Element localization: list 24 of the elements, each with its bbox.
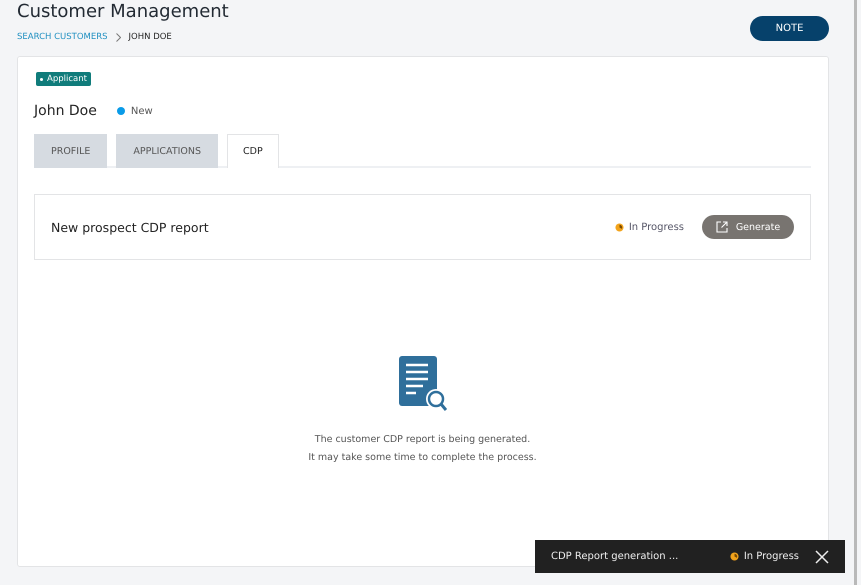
generate-button[interactable]: Generate: [702, 215, 794, 239]
tab[interactable]: CDP: [227, 134, 279, 168]
close-button[interactable]: [815, 550, 829, 564]
note-button[interactable]: NOTE: [750, 16, 829, 41]
report-title: New prospect CDP report: [51, 220, 210, 234]
progress-icon: [614, 222, 624, 232]
toast-message: CDP Report generation ...: [551, 551, 680, 562]
customer-name: John Doe: [34, 103, 97, 119]
applicant-tag: Applicant: [36, 72, 91, 86]
tab[interactable]: APPLICATIONS: [116, 134, 218, 168]
chevron-icon: [116, 32, 121, 42]
toast-status: In Progress: [744, 551, 799, 562]
close-icon: [815, 550, 829, 564]
breadcrumb-current: JOHN DOE: [128, 32, 172, 42]
tab[interactable]: PROFILE: [34, 134, 108, 168]
status-label: New: [130, 106, 153, 116]
page-title: Customer Management: [17, 0, 229, 24]
breadcrumb-link[interactable]: SEARCH CUSTOMERS: [17, 32, 108, 42]
document-search-icon: [398, 356, 446, 412]
info-text: It may take some time to complete the process.: [308, 451, 537, 465]
progress-icon: [730, 552, 739, 561]
report-status: In Progress: [628, 222, 684, 232]
info-text: The customer CDP report is being generated.: [314, 433, 530, 447]
external-link-icon: [716, 221, 728, 233]
